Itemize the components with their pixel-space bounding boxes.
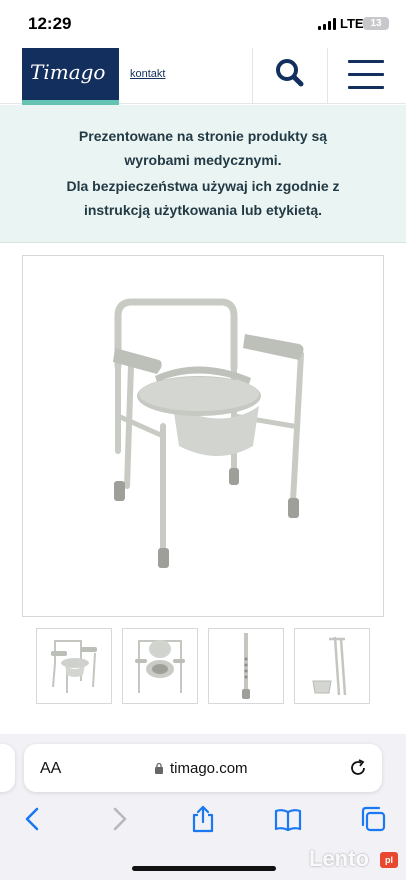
status-bar: 12:29 LTE 13 bbox=[0, 0, 406, 48]
search-icon bbox=[276, 59, 304, 87]
status-time: 12:29 bbox=[28, 14, 72, 33]
url-text[interactable]: timago.com bbox=[170, 760, 248, 777]
address-bar[interactable]: AA timago.com bbox=[24, 744, 382, 792]
search-button[interactable] bbox=[270, 54, 310, 94]
reload-icon[interactable] bbox=[347, 757, 369, 779]
commode-chair-image bbox=[113, 298, 304, 568]
notice-line: wyrobami medycznymi. bbox=[124, 152, 282, 168]
commode-leg-thumb bbox=[242, 633, 250, 699]
battery-icon: 13 bbox=[363, 17, 389, 30]
menu-button[interactable] bbox=[346, 57, 386, 93]
product-main-image[interactable] bbox=[22, 255, 384, 617]
bookmarks-icon[interactable] bbox=[273, 804, 303, 834]
product-thumbnail-2[interactable] bbox=[122, 628, 198, 704]
share-icon[interactable] bbox=[188, 804, 218, 834]
hamburger-menu-icon bbox=[348, 60, 384, 63]
forward-icon[interactable] bbox=[104, 804, 134, 834]
logo-wordmark: Timago bbox=[30, 60, 106, 84]
timago-logo[interactable]: Timago bbox=[22, 48, 119, 110]
lento-watermark: Lento bbox=[309, 846, 369, 871]
text-size-label: AA bbox=[40, 760, 62, 777]
signal-icon bbox=[318, 18, 336, 30]
product-thumbnail-4[interactable] bbox=[294, 628, 370, 704]
product-thumbnail-1[interactable] bbox=[36, 628, 112, 704]
text-size-button[interactable]: AA bbox=[40, 760, 61, 778]
tabs-icon[interactable] bbox=[358, 804, 388, 834]
back-icon[interactable] bbox=[18, 804, 48, 834]
notice-line: Prezentowane na stronie produkty są bbox=[78, 128, 328, 144]
product-thumbnail-3[interactable] bbox=[208, 628, 284, 704]
commode-seat-open-thumb bbox=[135, 640, 185, 693]
site-header: Timago kontakt bbox=[0, 48, 406, 110]
header-divider bbox=[252, 48, 253, 104]
previous-tab-bar[interactable] bbox=[0, 744, 15, 792]
notice-line: instrukcją użytkowania lub etykietą. bbox=[83, 202, 323, 218]
home-indicator[interactable] bbox=[132, 866, 276, 871]
network-type: LTE bbox=[340, 16, 364, 31]
commode-chair-thumb bbox=[51, 640, 97, 693]
lento-watermark-badge: pl bbox=[380, 852, 398, 868]
notice-line: Dla bezpieczeństwa używaj ich zgodnie z bbox=[66, 178, 340, 194]
commode-folded-thumb bbox=[312, 636, 347, 696]
contact-link[interactable]: kontakt bbox=[130, 68, 165, 80]
medical-notice: Prezentowane na stronie produkty są wyro… bbox=[0, 105, 406, 243]
lock-icon bbox=[155, 762, 163, 774]
header-divider bbox=[327, 48, 328, 104]
